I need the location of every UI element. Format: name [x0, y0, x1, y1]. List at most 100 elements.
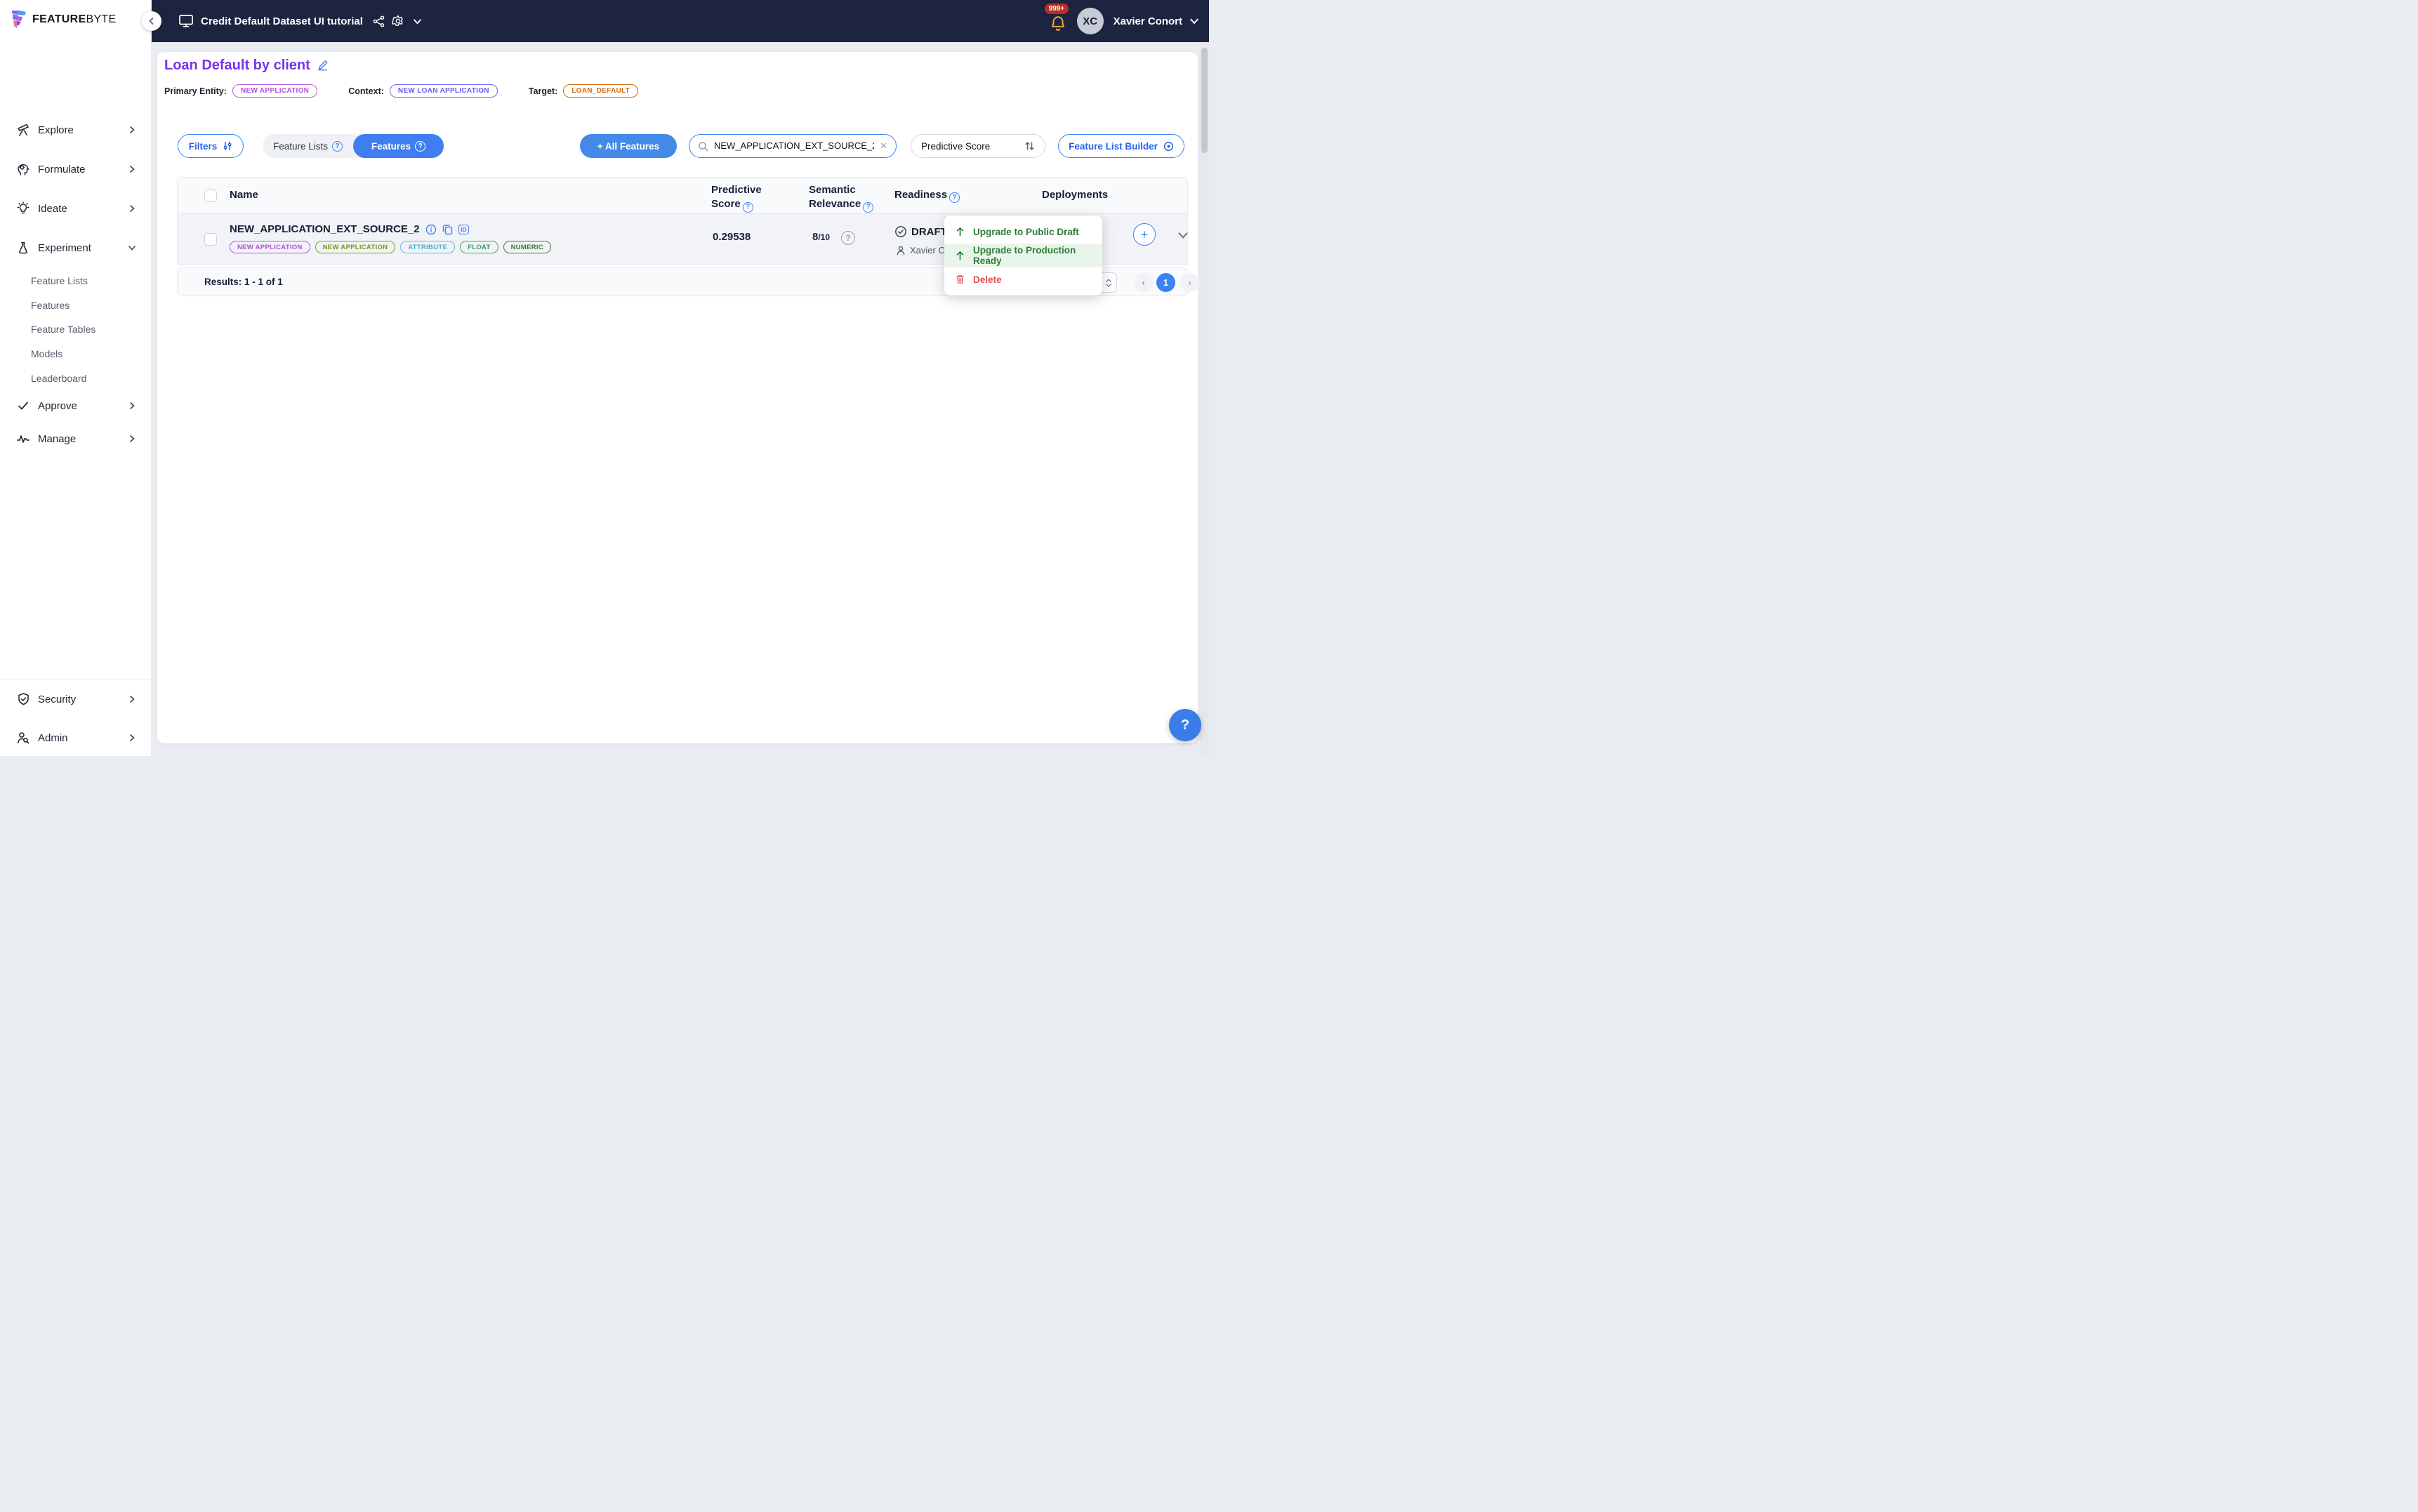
- add-deployment-button[interactable]: +: [1133, 223, 1156, 246]
- workspace-chevron-down-icon[interactable]: [413, 17, 422, 26]
- sidebar-item-admin[interactable]: Admin: [0, 724, 152, 752]
- clear-search-icon[interactable]: ✕: [880, 140, 887, 152]
- sort-arrows-icon: [1024, 140, 1035, 152]
- sidebar-item-label: Formulate: [38, 163, 86, 175]
- column-predictive-score: Predictive Score?: [711, 183, 770, 213]
- results-count: Results: 1 - 1 of 1: [204, 277, 283, 287]
- tag-numeric: NUMERIC: [503, 241, 552, 253]
- menu-item-label: Upgrade to Production Ready: [973, 245, 1076, 266]
- info-icon[interactable]: [425, 224, 437, 235]
- expand-row-chevron-icon[interactable]: [1177, 230, 1189, 241]
- help-button[interactable]: ?: [1169, 709, 1201, 741]
- search-input[interactable]: NEW_APPLICATION_EXT_SOURCE_2 ✕: [689, 134, 897, 158]
- check-icon: [15, 398, 31, 413]
- chevron-right-icon: [128, 695, 136, 703]
- sidebar-item-features[interactable]: Features: [31, 300, 70, 311]
- help-icon[interactable]: ?: [332, 140, 343, 152]
- row-actions-context-menu: Upgrade to Public Draft Upgrade to Produ…: [944, 215, 1102, 296]
- help-icon[interactable]: ?: [863, 201, 874, 213]
- telescope-icon: [15, 122, 31, 138]
- sidebar-item-approve[interactable]: Approve: [0, 392, 152, 420]
- sidebar-item-feature-lists[interactable]: Feature Lists: [31, 275, 88, 286]
- help-icon[interactable]: ?: [742, 201, 753, 213]
- page-scrollbar[interactable]: [1200, 42, 1209, 756]
- featurebyte-logo-icon: [11, 10, 27, 29]
- sidebar-item-security[interactable]: Security: [0, 685, 152, 713]
- select-all-checkbox[interactable]: [204, 190, 217, 202]
- sidebar: FEATUREBYTE Explore Formulate Ideate Exp…: [0, 0, 152, 756]
- target-badge: LOAN_DEFAULT: [563, 84, 639, 98]
- sidebar-item-formulate[interactable]: Formulate: [0, 155, 152, 183]
- tag-table: NEW APPLICATION: [315, 241, 396, 253]
- page-number-button[interactable]: 1: [1156, 273, 1175, 292]
- feature-name[interactable]: NEW_APPLICATION_EXT_SOURCE_2: [230, 223, 420, 235]
- filters-button[interactable]: Filters: [178, 134, 244, 158]
- menu-item-delete[interactable]: Delete: [944, 267, 1102, 291]
- user-avatar[interactable]: XC: [1076, 8, 1104, 34]
- sidebar-item-explore[interactable]: Explore: [0, 116, 152, 144]
- trash-icon: [956, 274, 965, 284]
- share-icon[interactable]: [373, 15, 385, 27]
- sidebar-item-label: Explore: [38, 124, 74, 136]
- target-label: Target:: [528, 86, 558, 96]
- help-icon[interactable]: ?: [415, 140, 426, 152]
- all-features-button[interactable]: + All Features: [580, 134, 677, 158]
- tab-feature-lists[interactable]: Feature Lists ?: [263, 134, 353, 158]
- activity-pulse-icon: [15, 431, 31, 446]
- menu-item-upgrade-public-draft[interactable]: Upgrade to Public Draft: [944, 220, 1102, 244]
- sidebar-item-manage[interactable]: Manage: [0, 425, 152, 453]
- chevron-right-icon: [128, 734, 136, 742]
- next-page-button[interactable]: ›: [1180, 273, 1199, 292]
- tab-features[interactable]: Features ?: [353, 134, 444, 158]
- edit-title-icon[interactable]: [317, 60, 329, 72]
- column-readiness: Readiness?: [894, 188, 960, 204]
- sidebar-item-label: Ideate: [38, 202, 67, 215]
- relevance-help-icon[interactable]: ?: [841, 231, 855, 245]
- tag-attribute: ATTRIBUTE: [400, 241, 456, 253]
- list-type-segment: Feature Lists ? Features ?: [263, 134, 444, 158]
- table-header: Name Predictive Score? Semantic Relevanc…: [177, 177, 1188, 214]
- primary-entity-label: Primary Entity:: [164, 86, 227, 96]
- scrollbar-thumb[interactable]: [1201, 48, 1208, 153]
- flask-icon: [15, 240, 31, 256]
- notifications-bell[interactable]: 999+: [1044, 4, 1070, 33]
- sidebar-item-label: Manage: [38, 432, 77, 445]
- context-badge: NEW LOAN APPLICATION: [389, 84, 498, 98]
- gear-icon[interactable]: [391, 15, 404, 27]
- entity-info-row: Primary Entity: NEW APPLICATION Context:…: [164, 84, 639, 98]
- tag-float: FLOAT: [460, 241, 498, 253]
- workspace-title: Credit Default Dataset UI tutorial: [201, 15, 363, 27]
- head-gear-icon: [15, 161, 31, 177]
- sidebar-item-ideate[interactable]: Ideate: [0, 194, 152, 223]
- user-menu-chevron-down-icon[interactable]: [1189, 16, 1199, 26]
- tab-feature-lists-label: Feature Lists: [272, 140, 329, 152]
- primary-entity-badge: NEW APPLICATION: [232, 84, 318, 98]
- sidebar-item-label: Approve: [38, 399, 77, 412]
- sidebar-item-label: Admin: [38, 731, 68, 744]
- id-badge-icon[interactable]: ID: [458, 224, 470, 234]
- user-name[interactable]: Xavier Conort: [1114, 15, 1182, 27]
- target-scope-icon: [1163, 141, 1174, 152]
- person-icon: [896, 246, 906, 256]
- status-check-circle-icon: [894, 225, 907, 238]
- user-search-icon: [15, 730, 31, 745]
- sort-dropdown[interactable]: Predictive Score: [911, 134, 1045, 158]
- sidebar-item-leaderboard[interactable]: Leaderboard: [31, 373, 86, 384]
- notifications-badge: 999+: [1044, 4, 1069, 14]
- feature-list-builder-button[interactable]: Feature List Builder: [1058, 134, 1184, 158]
- shield-check-icon: [15, 691, 31, 707]
- menu-item-upgrade-production-ready[interactable]: Upgrade to Production Ready: [944, 244, 1102, 267]
- sidebar-item-feature-tables[interactable]: Feature Tables: [31, 324, 95, 335]
- row-checkbox[interactable]: [204, 233, 217, 246]
- help-icon[interactable]: ?: [949, 192, 960, 204]
- sidebar-item-models[interactable]: Models: [31, 348, 62, 359]
- copy-icon[interactable]: [442, 224, 453, 235]
- monitor-icon: [178, 14, 194, 28]
- chevron-down-icon: [128, 244, 136, 252]
- menu-item-label: Delete: [973, 274, 1002, 285]
- arrow-up-icon: [956, 251, 965, 260]
- search-value: NEW_APPLICATION_EXT_SOURCE_2: [714, 140, 874, 152]
- sidebar-item-experiment[interactable]: Experiment: [0, 234, 152, 262]
- previous-page-button[interactable]: ‹: [1134, 273, 1153, 292]
- sidebar-collapse-button[interactable]: [142, 11, 161, 31]
